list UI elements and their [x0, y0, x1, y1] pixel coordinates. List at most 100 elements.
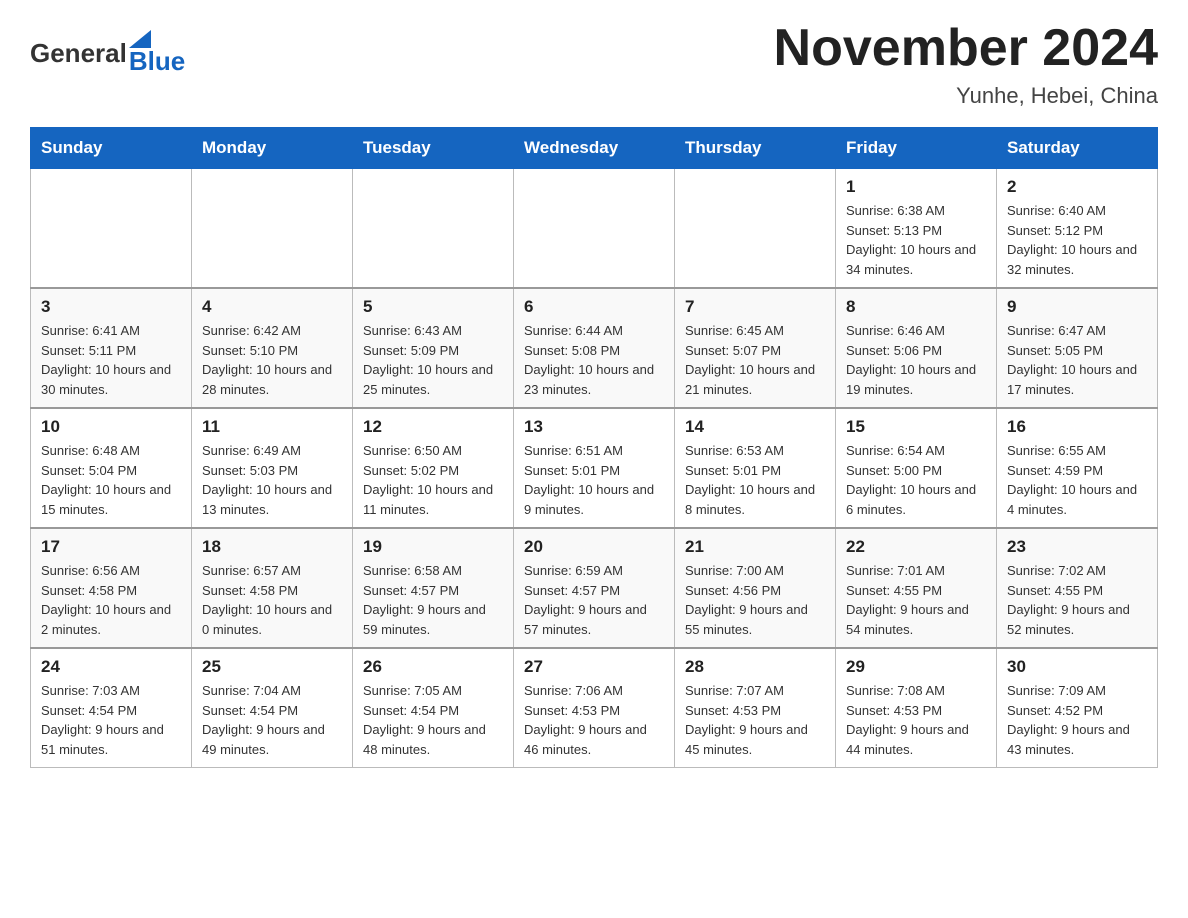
- calendar-cell: 26 Sunrise: 7:05 AMSunset: 4:54 PMDayligh…: [353, 648, 514, 768]
- calendar-cell: 5Sunrise: 6:43 AMSunset: 5:09 PMDaylight…: [353, 288, 514, 408]
- calendar-cell: 12Sunrise: 6:50 AMSunset: 5:02 PMDayligh…: [353, 408, 514, 528]
- day-number: 4: [202, 297, 342, 317]
- calendar-cell: [31, 169, 192, 289]
- day-number: 15: [846, 417, 986, 437]
- day-number: 12: [363, 417, 503, 437]
- calendar-cell: 9 Sunrise: 6:47 AMSunset: 5:05 PMDaylight…: [997, 288, 1158, 408]
- weekday-header-sunday: Sunday: [31, 128, 192, 169]
- calendar-cell: 10Sunrise: 6:48 AMSunset: 5:04 PMDayligh…: [31, 408, 192, 528]
- calendar-cell: 28 Sunrise: 7:07 AMSunset: 4:53 PMDayligh…: [675, 648, 836, 768]
- day-number: 18: [202, 537, 342, 557]
- day-number: 27: [524, 657, 664, 677]
- day-number: 14: [685, 417, 825, 437]
- day-info: Sunrise: 6:51 AMSunset: 5:01 PMDaylight:…: [524, 441, 664, 519]
- calendar-cell: 21 Sunrise: 7:00 AMSunset: 4:56 PMDayligh…: [675, 528, 836, 648]
- day-info: Sunrise: 7:03 AMSunset: 4:54 PMDaylight:…: [41, 681, 181, 759]
- calendar-subtitle: Yunhe, Hebei, China: [774, 83, 1158, 109]
- day-number: 6: [524, 297, 664, 317]
- calendar-cell: 3 Sunrise: 6:41 AMSunset: 5:11 PMDaylight…: [31, 288, 192, 408]
- day-info: Sunrise: 7:00 AMSunset: 4:56 PMDaylight:…: [685, 561, 825, 639]
- day-number: 2: [1007, 177, 1147, 197]
- calendar-table: SundayMondayTuesdayWednesdayThursdayFrid…: [30, 127, 1158, 768]
- weekday-header-monday: Monday: [192, 128, 353, 169]
- day-info: Sunrise: 7:04 AMSunset: 4:54 PMDaylight:…: [202, 681, 342, 759]
- weekday-header-friday: Friday: [836, 128, 997, 169]
- calendar-cell: 25 Sunrise: 7:04 AMSunset: 4:54 PMDayligh…: [192, 648, 353, 768]
- day-number: 29: [846, 657, 986, 677]
- logo-blue: Blue: [129, 46, 185, 77]
- logo-icon: General Blue: [30, 30, 185, 77]
- calendar-cell: 6 Sunrise: 6:44 AMSunset: 5:08 PMDaylight…: [514, 288, 675, 408]
- day-number: 22: [846, 537, 986, 557]
- calendar-cell: [192, 169, 353, 289]
- day-number: 10: [41, 417, 181, 437]
- day-number: 16: [1007, 417, 1147, 437]
- calendar-cell: 22Sunrise: 7:01 AMSunset: 4:55 PMDayligh…: [836, 528, 997, 648]
- calendar-cell: 19Sunrise: 6:58 AMSunset: 4:57 PMDayligh…: [353, 528, 514, 648]
- logo: General Blue: [30, 30, 185, 77]
- day-number: 28: [685, 657, 825, 677]
- day-info: Sunrise: 6:55 AMSunset: 4:59 PMDaylight:…: [1007, 441, 1147, 519]
- day-number: 13: [524, 417, 664, 437]
- day-info: Sunrise: 6:57 AMSunset: 4:58 PMDaylight:…: [202, 561, 342, 639]
- day-info: Sunrise: 6:40 AMSunset: 5:12 PMDaylight:…: [1007, 201, 1147, 279]
- day-number: 11: [202, 417, 342, 437]
- calendar-cell: 14Sunrise: 6:53 AMSunset: 5:01 PMDayligh…: [675, 408, 836, 528]
- calendar-cell: 4 Sunrise: 6:42 AMSunset: 5:10 PMDaylight…: [192, 288, 353, 408]
- day-info: Sunrise: 7:08 AMSunset: 4:53 PMDaylight:…: [846, 681, 986, 759]
- calendar-cell: [353, 169, 514, 289]
- week-row-4: 17Sunrise: 6:56 AMSunset: 4:58 PMDayligh…: [31, 528, 1158, 648]
- day-info: Sunrise: 6:54 AMSunset: 5:00 PMDaylight:…: [846, 441, 986, 519]
- day-number: 8: [846, 297, 986, 317]
- day-info: Sunrise: 6:46 AMSunset: 5:06 PMDaylight:…: [846, 321, 986, 399]
- day-info: Sunrise: 6:44 AMSunset: 5:08 PMDaylight:…: [524, 321, 664, 399]
- day-number: 1: [846, 177, 986, 197]
- calendar-cell: 7Sunrise: 6:45 AMSunset: 5:07 PMDaylight…: [675, 288, 836, 408]
- calendar-cell: 29 Sunrise: 7:08 AMSunset: 4:53 PMDayligh…: [836, 648, 997, 768]
- day-number: 19: [363, 537, 503, 557]
- day-info: Sunrise: 6:41 AMSunset: 5:11 PMDaylight:…: [41, 321, 181, 399]
- day-number: 7: [685, 297, 825, 317]
- day-number: 21: [685, 537, 825, 557]
- day-info: Sunrise: 7:05 AMSunset: 4:54 PMDaylight:…: [363, 681, 503, 759]
- day-number: 24: [41, 657, 181, 677]
- calendar-cell: 20Sunrise: 6:59 AMSunset: 4:57 PMDayligh…: [514, 528, 675, 648]
- title-area: November 2024 Yunhe, Hebei, China: [774, 20, 1158, 109]
- day-info: Sunrise: 7:07 AMSunset: 4:53 PMDaylight:…: [685, 681, 825, 759]
- weekday-header-wednesday: Wednesday: [514, 128, 675, 169]
- weekday-header-saturday: Saturday: [997, 128, 1158, 169]
- calendar-cell: 8 Sunrise: 6:46 AMSunset: 5:06 PMDaylight…: [836, 288, 997, 408]
- day-info: Sunrise: 6:38 AMSunset: 5:13 PMDaylight:…: [846, 201, 986, 279]
- week-row-2: 3 Sunrise: 6:41 AMSunset: 5:11 PMDaylight…: [31, 288, 1158, 408]
- calendar-cell: [514, 169, 675, 289]
- day-info: Sunrise: 7:06 AMSunset: 4:53 PMDaylight:…: [524, 681, 664, 759]
- calendar-cell: 17Sunrise: 6:56 AMSunset: 4:58 PMDayligh…: [31, 528, 192, 648]
- day-info: Sunrise: 6:47 AMSunset: 5:05 PMDaylight:…: [1007, 321, 1147, 399]
- week-row-5: 24 Sunrise: 7:03 AMSunset: 4:54 PMDayligh…: [31, 648, 1158, 768]
- day-number: 26: [363, 657, 503, 677]
- calendar-cell: 2 Sunrise: 6:40 AMSunset: 5:12 PMDaylight…: [997, 169, 1158, 289]
- week-row-1: 1 Sunrise: 6:38 AMSunset: 5:13 PMDaylight…: [31, 169, 1158, 289]
- calendar-cell: 23 Sunrise: 7:02 AMSunset: 4:55 PMDayligh…: [997, 528, 1158, 648]
- calendar-cell: 13 Sunrise: 6:51 AMSunset: 5:01 PMDayligh…: [514, 408, 675, 528]
- day-info: Sunrise: 6:49 AMSunset: 5:03 PMDaylight:…: [202, 441, 342, 519]
- calendar-cell: 1 Sunrise: 6:38 AMSunset: 5:13 PMDaylight…: [836, 169, 997, 289]
- calendar-cell: 24 Sunrise: 7:03 AMSunset: 4:54 PMDayligh…: [31, 648, 192, 768]
- weekday-header-row: SundayMondayTuesdayWednesdayThursdayFrid…: [31, 128, 1158, 169]
- calendar-title: November 2024: [774, 20, 1158, 77]
- day-info: Sunrise: 6:43 AMSunset: 5:09 PMDaylight:…: [363, 321, 503, 399]
- day-number: 20: [524, 537, 664, 557]
- day-info: Sunrise: 6:42 AMSunset: 5:10 PMDaylight:…: [202, 321, 342, 399]
- day-number: 9: [1007, 297, 1147, 317]
- day-info: Sunrise: 7:02 AMSunset: 4:55 PMDaylight:…: [1007, 561, 1147, 639]
- day-info: Sunrise: 7:09 AMSunset: 4:52 PMDaylight:…: [1007, 681, 1147, 759]
- day-number: 3: [41, 297, 181, 317]
- day-number: 25: [202, 657, 342, 677]
- logo-general: General: [30, 38, 127, 69]
- weekday-header-thursday: Thursday: [675, 128, 836, 169]
- calendar-cell: 18 Sunrise: 6:57 AMSunset: 4:58 PMDayligh…: [192, 528, 353, 648]
- day-info: Sunrise: 6:56 AMSunset: 4:58 PMDaylight:…: [41, 561, 181, 639]
- page-header: General Blue November 2024 Yunhe, Hebei,…: [30, 20, 1158, 109]
- calendar-cell: 11 Sunrise: 6:49 AMSunset: 5:03 PMDayligh…: [192, 408, 353, 528]
- day-number: 23: [1007, 537, 1147, 557]
